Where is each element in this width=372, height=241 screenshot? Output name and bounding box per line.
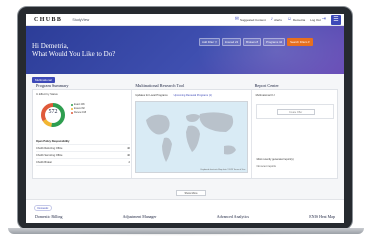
- legend-dot: [71, 103, 73, 106]
- chubb-logo[interactable]: CHUBB: [34, 17, 62, 23]
- legend-dot: [71, 107, 73, 110]
- world-map[interactable]: Keyboard shortcuts Map data ©2023 Terms …: [135, 101, 249, 173]
- alerts-link[interactable]: ♪ Alerts: [271, 17, 282, 22]
- donut-segments: [41, 103, 65, 127]
- continent-asia: [199, 112, 234, 132]
- donut-total: 572: [48, 109, 58, 115]
- user-menu-link[interactable]: ☺ Demetria: [287, 17, 305, 22]
- no-reports-text: No recent reports: [256, 165, 276, 168]
- top-links: ✉ Suggested Content ♪ Alerts ☺ Demetria …: [235, 14, 341, 25]
- greeting-line-1: Hi Demetria,: [32, 42, 69, 50]
- hero-glow: [196, 26, 344, 74]
- logout-link[interactable]: Log Out ⇥: [310, 17, 326, 22]
- filter-chips: Add Filter ▽ Insured 22 Brokers 8 Progra…: [199, 38, 313, 46]
- map-controls: Updates for Local Programs Upcoming Rene…: [135, 94, 247, 97]
- local-programs-dropdown[interactable]: Updates for Local Programs: [135, 94, 167, 97]
- continent-north-america: [146, 114, 170, 135]
- create-offer-button[interactable]: Create Offer: [276, 109, 315, 115]
- report-box-label: Multinational KJ: [255, 94, 275, 97]
- report-center-widget: Report Center Multinational KJ Create Of…: [252, 83, 337, 178]
- bell-icon: ♪: [270, 16, 274, 22]
- continent-europe: [186, 114, 201, 122]
- legend-item: Exact 296: [71, 103, 86, 106]
- domestic-tab[interactable]: Domestic: [34, 205, 52, 211]
- research-tool-title: Multinational Research Tool: [135, 83, 185, 88]
- enis-heat-map-link[interactable]: ENIS Heat Map: [309, 214, 335, 219]
- greeting: Hi Demetria, What Would You Like to Do?: [32, 42, 115, 58]
- brokers-chip[interactable]: Brokers 8: [243, 38, 262, 46]
- recent-reports-heading: Most recently generated report(s): [256, 158, 294, 161]
- report-center-title: Report Center: [254, 83, 279, 88]
- top-bar: CHUBB StudyView ✉ Suggested Content ♪ Al…: [26, 14, 344, 26]
- donut-legend: Exact 296 Extend 82 Renew 198: [71, 103, 86, 115]
- add-filter-chip[interactable]: Add Filter ▽: [199, 38, 220, 46]
- laptop-mockup: CHUBB StudyView ✉ Suggested Content ♪ Al…: [0, 0, 372, 241]
- user-icon: ☺: [286, 16, 292, 22]
- program-summary-title: Program Summary: [36, 83, 69, 88]
- responsibility-list: Open Policy Responsibility Chubb Referri…: [36, 138, 130, 166]
- search-filters-button[interactable]: Search Filters ▾: [287, 38, 313, 46]
- legend-item: Extend 82: [71, 107, 86, 110]
- chat-bubble-icon: ✉: [234, 16, 239, 22]
- insured-chip[interactable]: Insured 22: [221, 38, 242, 46]
- adjustment-manager-link[interactable]: Adjustment Manager: [123, 214, 157, 219]
- show-more-button[interactable]: Show More: [176, 190, 206, 196]
- responsibility-header: Open Policy Responsibility: [36, 138, 130, 145]
- research-tool-widget: Multinational Research Tool Updates for …: [132, 83, 252, 178]
- continent-africa: [186, 125, 201, 152]
- app-name: StudyView: [72, 17, 90, 22]
- suggested-content-link[interactable]: ✉ Suggested Content: [235, 17, 266, 22]
- program-summary-widget: Program Summary In Effect by Status 572 …: [33, 83, 133, 178]
- status-donut-chart[interactable]: [40, 102, 66, 128]
- dashboard-content: Multinational Program Summary In Effect …: [26, 74, 344, 223]
- continent-south-america: [162, 137, 173, 162]
- list-item[interactable]: Chubb Broker 2: [36, 159, 130, 166]
- domestic-section: Domestic Domestic Billing Adjustment Man…: [26, 199, 344, 223]
- hero-banner: Hi Demetria, What Would You Like to Do? …: [26, 26, 344, 74]
- continent-australia: [224, 145, 237, 155]
- widgets-row: Program Summary In Effect by Status 572 …: [32, 83, 338, 179]
- greeting-line-2: What Would You Like to Do?: [32, 50, 116, 58]
- in-effect-label: In Effect by Status: [36, 93, 58, 96]
- domestic-billing-link[interactable]: Domestic Billing: [35, 214, 62, 219]
- hamburger-menu-button[interactable]: ☰: [331, 14, 341, 25]
- legend-dot: [71, 111, 73, 114]
- domestic-links: Domestic Billing Adjustment Manager Adva…: [35, 214, 335, 219]
- world-map-graphic: [146, 112, 237, 162]
- list-item[interactable]: Chubb Servicing Office 40: [36, 152, 130, 159]
- laptop-screen: CHUBB StudyView ✉ Suggested Content ♪ Al…: [26, 14, 344, 223]
- programs-chip[interactable]: Programs 44: [263, 38, 286, 46]
- legend-item: Renew 198: [71, 111, 86, 114]
- upcoming-renewals-toggle[interactable]: Upcoming Renewal Programs (1): [174, 94, 212, 97]
- logout-icon: ⇥: [321, 16, 326, 22]
- laptop-base: [8, 228, 364, 234]
- report-box: Create Offer: [255, 104, 334, 119]
- list-item[interactable]: Chubb Referring Office 40: [36, 145, 130, 152]
- map-attribution: Keyboard shortcuts Map data ©2023 Terms …: [200, 169, 246, 171]
- advanced-analytics-link[interactable]: Advanced Analytics: [217, 214, 249, 219]
